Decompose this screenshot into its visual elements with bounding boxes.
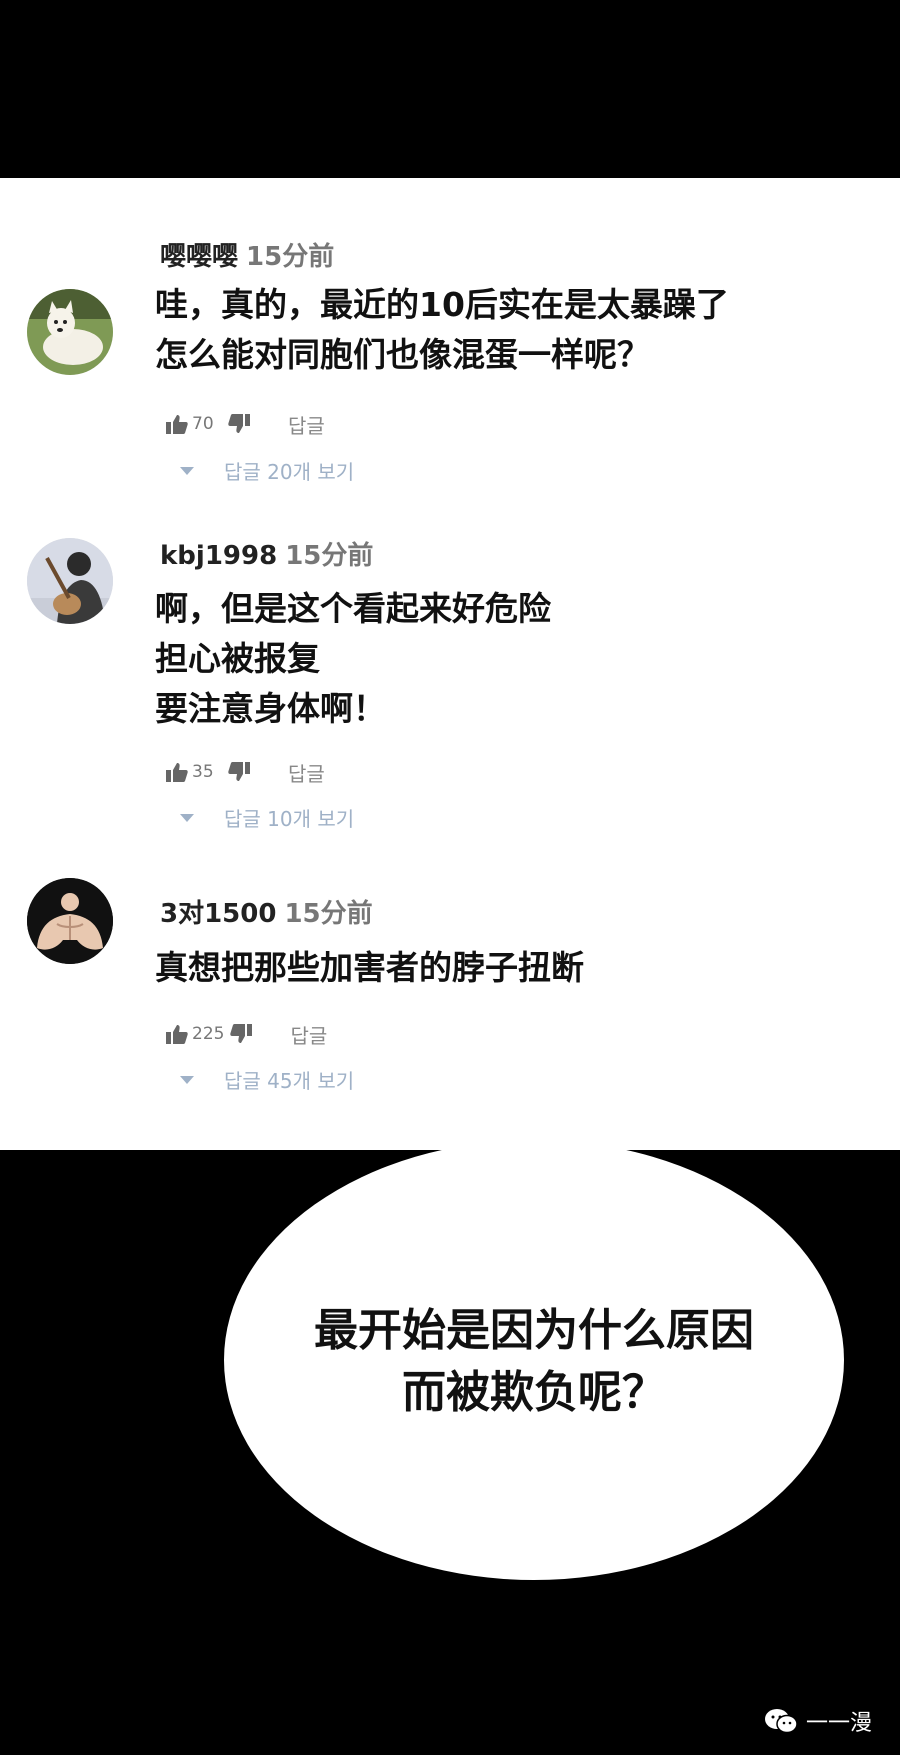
top-black-band bbox=[0, 0, 900, 178]
comment-body: 哇，真的，最近的10后实在是太暴躁了 怎么能对同胞们也像混蛋一样呢？ bbox=[155, 280, 729, 380]
caret-down-icon bbox=[180, 466, 194, 475]
caret-down-icon bbox=[180, 813, 194, 822]
wechat-icon bbox=[764, 1709, 798, 1734]
view-replies-label: 답글 10개 보기 bbox=[224, 807, 355, 831]
like-count: 35 bbox=[192, 762, 214, 782]
like-count: 70 bbox=[192, 414, 214, 434]
bubble-line: 而被欺负呢？ bbox=[402, 1367, 666, 1418]
comments-panel: 嘤嘤嘤 15分前 哇，真的，最近的10后实在是太暴躁了 怎么能对同胞们也像混蛋一样… bbox=[0, 178, 900, 1150]
bubble-line: 最开始是因为什么原因 bbox=[314, 1305, 754, 1356]
caret-down-icon bbox=[180, 1075, 194, 1084]
view-replies-label: 답글 20개 보기 bbox=[224, 460, 355, 484]
comment-actions: 70 답글 bbox=[166, 410, 325, 439]
reply-button[interactable]: 답글 bbox=[288, 758, 325, 787]
comment-username[interactable]: kbj1998 bbox=[160, 541, 277, 571]
thumbs-down-icon bbox=[228, 414, 250, 433]
like-button[interactable]: 35 bbox=[166, 762, 222, 782]
comment-meta: 嘤嘤嘤 15分前 bbox=[160, 236, 334, 273]
speech-bubble-text: 最开始是因为什么原因 而被欺负呢？ bbox=[224, 1300, 844, 1424]
comment-meta: 3对1500 15分前 bbox=[160, 893, 373, 930]
guitarist-avatar[interactable] bbox=[27, 538, 113, 624]
thumbs-up-icon bbox=[166, 1025, 188, 1044]
reply-button[interactable]: 답글 bbox=[288, 410, 325, 439]
comment-line: 真想把那些加害者的脖子扭断 bbox=[155, 948, 584, 987]
comment-username[interactable]: 嘤嘤嘤 bbox=[160, 242, 238, 272]
like-button[interactable]: 70 bbox=[166, 414, 222, 434]
view-replies-link[interactable]: 답글 45개 보기 bbox=[180, 1065, 354, 1094]
thumbs-up-icon bbox=[166, 763, 188, 782]
view-replies-link[interactable]: 답글 10개 보기 bbox=[180, 803, 354, 832]
comment-actions: 35 답글 bbox=[166, 758, 325, 787]
like-button[interactable]: 225 bbox=[166, 1024, 224, 1044]
comment-timestamp: 15分前 bbox=[246, 242, 335, 272]
like-count: 225 bbox=[192, 1024, 225, 1044]
comment-line: 哇，真的，最近的10后实在是太暴躁了 bbox=[155, 285, 729, 324]
reply-button[interactable]: 답글 bbox=[290, 1020, 327, 1049]
dog-avatar[interactable] bbox=[27, 289, 113, 375]
comment-username[interactable]: 3对1500 bbox=[160, 899, 276, 929]
view-replies-link[interactable]: 답글 20개 보기 bbox=[180, 456, 354, 485]
comment-timestamp: 15分前 bbox=[284, 899, 373, 929]
dislike-button[interactable] bbox=[228, 414, 250, 434]
watermark-text: 一一漫 bbox=[805, 1711, 872, 1736]
dislike-button[interactable] bbox=[230, 1024, 253, 1044]
thumbs-up-icon bbox=[166, 415, 188, 434]
bodybuilder-avatar[interactable] bbox=[27, 878, 113, 964]
comment-body: 真想把那些加害者的脖子扭断 bbox=[155, 943, 584, 993]
view-replies-label: 답글 45개 보기 bbox=[224, 1069, 355, 1093]
comment-actions: 225 답글 bbox=[166, 1020, 327, 1049]
comment-line: 啊，但是这个看起来好危险 bbox=[155, 589, 551, 628]
dislike-button[interactable] bbox=[228, 762, 250, 782]
comment-line: 担心被报复 bbox=[155, 639, 320, 678]
comment-line: 要注意身体啊！ bbox=[155, 689, 386, 728]
comment-body: 啊，但是这个看起来好危险 担心被报复 要注意身体啊！ bbox=[155, 584, 551, 734]
comment-line: 怎么能对同胞们也像混蛋一样呢？ bbox=[155, 335, 650, 374]
comment-meta: kbj1998 15分前 bbox=[160, 535, 373, 572]
thumbs-down-icon bbox=[228, 762, 250, 781]
watermark: 一一漫 bbox=[764, 1705, 872, 1737]
comment-timestamp: 15分前 bbox=[285, 541, 374, 571]
thumbs-down-icon bbox=[230, 1024, 253, 1043]
